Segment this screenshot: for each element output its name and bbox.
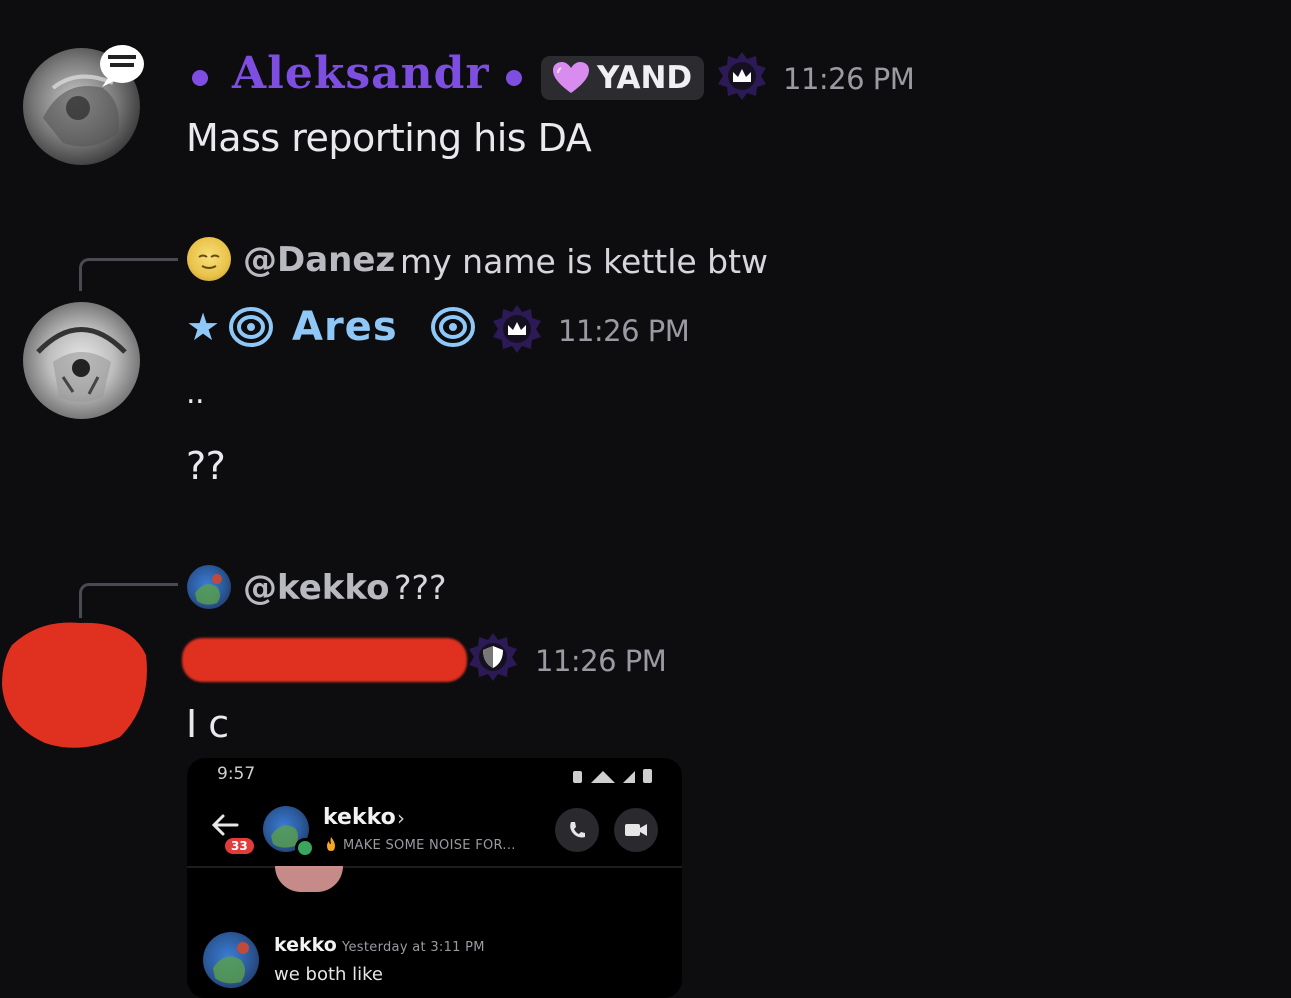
speech-bubble-decoration <box>96 42 146 88</box>
star-icon: ★ <box>186 305 221 349</box>
preview-timestamp: Yesterday at 3:11 PM <box>342 940 485 955</box>
role-tag-label: YAND <box>597 60 693 96</box>
reply-connector <box>79 583 178 618</box>
role-tag[interactable]: YAND <box>541 56 705 100</box>
timestamp: 11:26 PM <box>535 644 667 678</box>
preview-avatar[interactable] <box>203 932 259 988</box>
reply-preview-text[interactable]: ??? <box>394 568 447 607</box>
image-attachment[interactable]: 9:57 33 kekko › MAKE SOME NOISE FOR... k… <box>187 758 682 998</box>
message-text: ?? <box>186 444 226 488</box>
spiral-icon <box>228 306 274 352</box>
name-decoration-dot <box>192 70 208 86</box>
status-bar-icons <box>571 767 661 789</box>
call-button[interactable] <box>555 808 599 852</box>
video-icon <box>625 824 647 836</box>
preview-message: we both like <box>274 964 384 985</box>
message-text: .. <box>186 376 205 411</box>
timestamp: 11:26 PM <box>783 62 915 96</box>
avatar-ares[interactable] <box>23 302 140 419</box>
avatar-redacted[interactable] <box>0 615 155 759</box>
phone-status-time: 9:57 <box>217 764 256 784</box>
author-name-ares[interactable]: Ares <box>292 304 398 350</box>
timestamp: 11:26 PM <box>558 314 690 348</box>
reply-connector <box>79 258 178 291</box>
reply-preview-text[interactable]: my name is kettle btw <box>400 242 768 281</box>
gear-badge-icon[interactable] <box>491 303 543 355</box>
gear-badge-icon[interactable] <box>716 50 768 102</box>
online-status-dot <box>295 838 315 858</box>
reply-mention[interactable]: @Danez <box>243 240 395 280</box>
redacted-username <box>182 638 467 682</box>
header-divider <box>187 866 682 868</box>
name-decoration-dot <box>506 70 522 86</box>
shield-badge-icon[interactable] <box>467 631 519 683</box>
partial-image-preview <box>275 866 343 892</box>
contact-status-text: MAKE SOME NOISE FOR... <box>343 838 516 853</box>
message-text: I c <box>186 702 229 746</box>
phone-icon <box>570 822 585 838</box>
reply-avatar-danez[interactable] <box>187 237 231 281</box>
unread-count-badge: 33 <box>225 838 254 854</box>
video-call-button[interactable] <box>614 808 658 852</box>
preview-author: kekko <box>274 934 337 956</box>
reply-avatar-kekko[interactable] <box>187 565 231 609</box>
reply-mention[interactable]: @kekko <box>243 568 389 608</box>
fire-icon <box>323 836 339 856</box>
contact-name[interactable]: kekko <box>323 805 396 830</box>
spiral-icon <box>430 306 476 352</box>
heart-icon <box>553 62 589 93</box>
author-name-aleksandr[interactable]: Aleksandr <box>232 48 490 99</box>
chevron-right-icon: › <box>397 806 405 830</box>
message-text: Mass reporting his DA <box>186 116 592 160</box>
